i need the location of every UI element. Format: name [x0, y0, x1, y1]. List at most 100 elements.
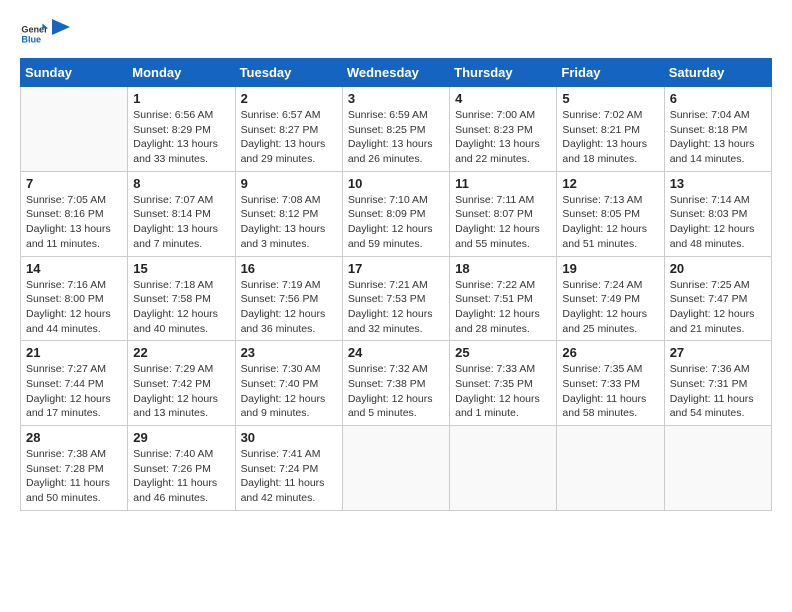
day-info: Sunrise: 7:22 AMSunset: 7:51 PMDaylight:… — [455, 278, 551, 337]
column-header-wednesday: Wednesday — [342, 59, 449, 87]
day-info: Sunrise: 7:16 AMSunset: 8:00 PMDaylight:… — [26, 278, 122, 337]
calendar-cell: 24 Sunrise: 7:32 AMSunset: 7:38 PMDayligh… — [342, 341, 449, 426]
calendar-cell: 11Sunrise: 7:11 AMSunset: 8:07 PMDayligh… — [450, 171, 557, 256]
day-number: 8 — [133, 176, 229, 191]
calendar-table: SundayMondayTuesdayWednesdayThursdayFrid… — [20, 58, 772, 511]
calendar-cell: 14 Sunrise: 7:16 AMSunset: 8:00 PMDayligh… — [21, 256, 128, 341]
calendar-cell: 17 Sunrise: 7:21 AMSunset: 7:53 PMDayligh… — [342, 256, 449, 341]
logo-icon: General Blue — [20, 20, 48, 48]
calendar-cell: 16Sunrise: 7:19 AMSunset: 7:56 PMDayligh… — [235, 256, 342, 341]
day-info: Sunrise: 7:33 AMSunset: 7:35 PMDaylight:… — [455, 362, 551, 421]
calendar-cell: 29Sunrise: 7:40 AMSunset: 7:26 PMDayligh… — [128, 426, 235, 511]
calendar-cell: 5 Sunrise: 7:02 AMSunset: 8:21 PMDaylight… — [557, 87, 664, 172]
day-number: 14 — [26, 261, 122, 276]
calendar-cell: 6 Sunrise: 7:04 AMSunset: 8:18 PMDaylight… — [664, 87, 771, 172]
day-info: Sunrise: 7:13 AMSunset: 8:05 PMDaylight:… — [562, 193, 658, 252]
calendar-cell: 30Sunrise: 7:41 AMSunset: 7:24 PMDayligh… — [235, 426, 342, 511]
calendar-cell — [664, 426, 771, 511]
day-number: 12 — [562, 176, 658, 191]
day-number: 19 — [562, 261, 658, 276]
calendar-week-row: 21 Sunrise: 7:27 AMSunset: 7:44 PMDayligh… — [21, 341, 772, 426]
calendar-cell: 3 Sunrise: 6:59 AMSunset: 8:25 PMDaylight… — [342, 87, 449, 172]
day-info: Sunrise: 7:07 AMSunset: 8:14 PMDaylight:… — [133, 193, 229, 252]
page-header: General Blue — [20, 20, 772, 48]
column-header-thursday: Thursday — [450, 59, 557, 87]
calendar-cell: 21 Sunrise: 7:27 AMSunset: 7:44 PMDayligh… — [21, 341, 128, 426]
day-info: Sunrise: 7:32 AMSunset: 7:38 PMDaylight:… — [348, 362, 444, 421]
day-number: 28 — [26, 430, 122, 445]
day-info: Sunrise: 7:38 AMSunset: 7:28 PMDaylight:… — [26, 447, 122, 506]
day-number: 7 — [26, 176, 122, 191]
day-number: 26 — [562, 345, 658, 360]
column-header-tuesday: Tuesday — [235, 59, 342, 87]
day-number: 23 — [241, 345, 337, 360]
day-number: 10 — [348, 176, 444, 191]
day-info: Sunrise: 6:56 AMSunset: 8:29 PMDaylight:… — [133, 108, 229, 167]
day-number: 6 — [670, 91, 766, 106]
day-number: 3 — [348, 91, 444, 106]
calendar-cell: 4 Sunrise: 7:00 AMSunset: 8:23 PMDaylight… — [450, 87, 557, 172]
day-info: Sunrise: 7:36 AMSunset: 7:31 PMDaylight:… — [670, 362, 766, 421]
calendar-cell: 15 Sunrise: 7:18 AMSunset: 7:58 PMDayligh… — [128, 256, 235, 341]
calendar-cell: 9 Sunrise: 7:08 AMSunset: 8:12 PMDaylight… — [235, 171, 342, 256]
day-info: Sunrise: 7:21 AMSunset: 7:53 PMDaylight:… — [348, 278, 444, 337]
calendar-cell: 19 Sunrise: 7:24 AMSunset: 7:49 PMDayligh… — [557, 256, 664, 341]
calendar-cell: 2 Sunrise: 6:57 AMSunset: 8:27 PMDaylight… — [235, 87, 342, 172]
calendar-cell: 23 Sunrise: 7:30 AMSunset: 7:40 PMDayligh… — [235, 341, 342, 426]
calendar-cell: 7 Sunrise: 7:05 AMSunset: 8:16 PMDaylight… — [21, 171, 128, 256]
day-info: Sunrise: 6:57 AMSunset: 8:27 PMDaylight:… — [241, 108, 337, 167]
calendar-cell: 28 Sunrise: 7:38 AMSunset: 7:28 PMDayligh… — [21, 426, 128, 511]
day-info: Sunrise: 7:19 AMSunset: 7:56 PMDaylight:… — [241, 278, 337, 337]
calendar-cell — [450, 426, 557, 511]
day-info: Sunrise: 7:04 AMSunset: 8:18 PMDaylight:… — [670, 108, 766, 167]
day-number: 9 — [241, 176, 337, 191]
day-number: 24 — [348, 345, 444, 360]
calendar-cell — [342, 426, 449, 511]
calendar-cell: 26Sunrise: 7:35 AMSunset: 7:33 PMDayligh… — [557, 341, 664, 426]
day-number: 17 — [348, 261, 444, 276]
day-info: Sunrise: 7:18 AMSunset: 7:58 PMDaylight:… — [133, 278, 229, 337]
column-header-sunday: Sunday — [21, 59, 128, 87]
svg-text:Blue: Blue — [21, 34, 41, 44]
day-number: 13 — [670, 176, 766, 191]
day-number: 27 — [670, 345, 766, 360]
calendar-header-row: SundayMondayTuesdayWednesdayThursdayFrid… — [21, 59, 772, 87]
calendar-cell: 13 Sunrise: 7:14 AMSunset: 8:03 PMDayligh… — [664, 171, 771, 256]
day-info: Sunrise: 7:41 AMSunset: 7:24 PMDaylight:… — [241, 447, 337, 506]
day-number: 5 — [562, 91, 658, 106]
day-info: Sunrise: 7:14 AMSunset: 8:03 PMDaylight:… — [670, 193, 766, 252]
calendar-cell — [21, 87, 128, 172]
logo: General Blue — [20, 20, 70, 48]
calendar-cell: 18Sunrise: 7:22 AMSunset: 7:51 PMDayligh… — [450, 256, 557, 341]
calendar-week-row: 7 Sunrise: 7:05 AMSunset: 8:16 PMDaylight… — [21, 171, 772, 256]
logo-flag-icon — [52, 19, 70, 41]
day-number: 15 — [133, 261, 229, 276]
calendar-week-row: 28 Sunrise: 7:38 AMSunset: 7:28 PMDayligh… — [21, 426, 772, 511]
day-info: Sunrise: 7:10 AMSunset: 8:09 PMDaylight:… — [348, 193, 444, 252]
calendar-cell: 1 Sunrise: 6:56 AMSunset: 8:29 PMDaylight… — [128, 87, 235, 172]
day-number: 21 — [26, 345, 122, 360]
calendar-cell: 8 Sunrise: 7:07 AMSunset: 8:14 PMDaylight… — [128, 171, 235, 256]
day-info: Sunrise: 6:59 AMSunset: 8:25 PMDaylight:… — [348, 108, 444, 167]
day-info: Sunrise: 7:24 AMSunset: 7:49 PMDaylight:… — [562, 278, 658, 337]
day-info: Sunrise: 7:05 AMSunset: 8:16 PMDaylight:… — [26, 193, 122, 252]
day-info: Sunrise: 7:27 AMSunset: 7:44 PMDaylight:… — [26, 362, 122, 421]
day-info: Sunrise: 7:29 AMSunset: 7:42 PMDaylight:… — [133, 362, 229, 421]
calendar-cell: 10 Sunrise: 7:10 AMSunset: 8:09 PMDayligh… — [342, 171, 449, 256]
day-info: Sunrise: 7:11 AMSunset: 8:07 PMDaylight:… — [455, 193, 551, 252]
day-info: Sunrise: 7:08 AMSunset: 8:12 PMDaylight:… — [241, 193, 337, 252]
day-info: Sunrise: 7:25 AMSunset: 7:47 PMDaylight:… — [670, 278, 766, 337]
calendar-cell: 20 Sunrise: 7:25 AMSunset: 7:47 PMDayligh… — [664, 256, 771, 341]
day-info: Sunrise: 7:30 AMSunset: 7:40 PMDaylight:… — [241, 362, 337, 421]
day-info: Sunrise: 7:40 AMSunset: 7:26 PMDaylight:… — [133, 447, 229, 506]
day-number: 2 — [241, 91, 337, 106]
day-number: 1 — [133, 91, 229, 106]
calendar-cell — [557, 426, 664, 511]
day-number: 4 — [455, 91, 551, 106]
day-info: Sunrise: 7:02 AMSunset: 8:21 PMDaylight:… — [562, 108, 658, 167]
calendar-cell: 12 Sunrise: 7:13 AMSunset: 8:05 PMDayligh… — [557, 171, 664, 256]
calendar-week-row: 1 Sunrise: 6:56 AMSunset: 8:29 PMDaylight… — [21, 87, 772, 172]
calendar-cell: 22Sunrise: 7:29 AMSunset: 7:42 PMDayligh… — [128, 341, 235, 426]
day-number: 20 — [670, 261, 766, 276]
day-info: Sunrise: 7:00 AMSunset: 8:23 PMDaylight:… — [455, 108, 551, 167]
